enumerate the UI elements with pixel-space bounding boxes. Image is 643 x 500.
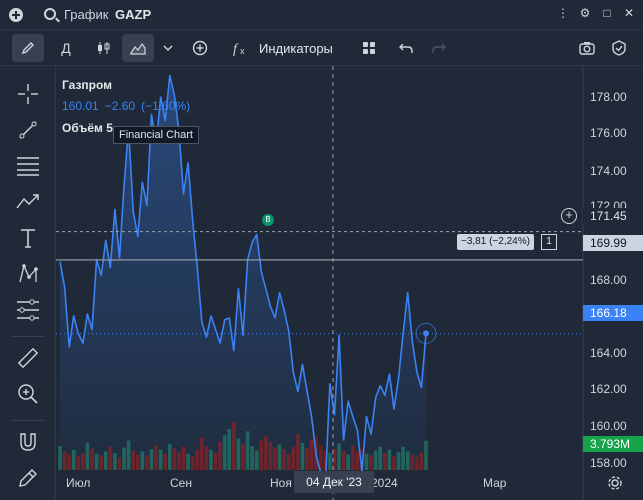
chart-settings-button[interactable] <box>607 475 623 496</box>
high-price-tag: 171.45 <box>583 208 643 224</box>
text-tool[interactable] <box>14 224 42 252</box>
candles-button[interactable] <box>90 34 118 62</box>
lock-drawing-tool[interactable] <box>14 464 42 492</box>
compare-button[interactable] <box>186 34 214 62</box>
crosshair-count: 1 <box>541 234 557 250</box>
settings-icon[interactable]: ⚙ <box>579 7 591 19</box>
area-chart-button[interactable] <box>122 34 154 62</box>
chevron-down-icon <box>163 45 173 51</box>
tool-separator <box>12 336 44 337</box>
maximize-icon[interactable]: □ <box>601 7 613 19</box>
redo-icon <box>432 43 446 53</box>
volume-tag: 3.793M <box>583 436 643 452</box>
magnet-icon <box>20 433 36 451</box>
zigzag-icon <box>16 194 39 209</box>
legend-values: 160.01 −2.60 (−1.60%) <box>62 99 190 113</box>
window-controls: ⋮ ⚙ □ ✕ <box>557 7 635 19</box>
buy-marker[interactable]: B <box>262 214 274 226</box>
price-axis-label: 158.00 <box>590 456 627 470</box>
price-axis-label: 178.00 <box>590 90 627 104</box>
shapes-tool[interactable] <box>14 260 42 288</box>
redo-button[interactable] <box>426 34 452 62</box>
top-toolbar: Д fx Индикаторы <box>0 30 643 66</box>
measure-tool[interactable] <box>14 344 42 372</box>
levels-icon <box>17 299 39 321</box>
fib-tool[interactable] <box>14 152 42 180</box>
chart-type-dropdown[interactable] <box>160 34 176 62</box>
pattern-tool[interactable] <box>14 188 42 216</box>
tool-separator <box>12 420 44 421</box>
trend-line-icon <box>19 121 37 139</box>
area-chart-icon <box>130 42 146 55</box>
crosshair-price-tag: 169.99 <box>583 235 643 251</box>
zoom-tool[interactable] <box>14 380 42 408</box>
undo-button[interactable] <box>393 34 419 62</box>
price-axis-label: 168.00 <box>590 273 627 287</box>
crosshair-delta: −3,81 (−2,24%) <box>457 234 534 250</box>
pencil-button[interactable] <box>12 34 44 62</box>
price-axis-label: 174.00 <box>590 164 627 178</box>
tooltip: Financial Chart <box>113 126 199 144</box>
pencil-icon <box>21 42 34 55</box>
gear-icon <box>608 476 622 490</box>
time-axis-label: Июл <box>66 476 91 490</box>
symbol-label[interactable]: GAZP <box>115 7 151 22</box>
horizontal-lines-icon <box>17 157 39 176</box>
function-icon: fx <box>233 42 245 56</box>
node-path-icon <box>19 264 38 283</box>
plus-circle-icon <box>192 40 208 56</box>
undo-icon <box>399 43 413 53</box>
more-icon[interactable]: ⋮ <box>557 7 569 19</box>
legend-price: 160.01 <box>62 99 99 113</box>
legend-symbol-name[interactable]: Газпром <box>62 78 190 92</box>
last-point-dot <box>423 330 429 337</box>
time-axis-label: Мар <box>483 476 507 490</box>
drawing-toolbar <box>0 66 56 500</box>
publish-button[interactable] <box>606 34 632 62</box>
time-axis-label: Ноя <box>270 476 292 490</box>
close-icon[interactable]: ✕ <box>623 7 635 19</box>
zoom-in-icon <box>18 384 38 404</box>
crosshair-icon <box>18 84 38 104</box>
price-axis-label: 164.00 <box>590 346 627 360</box>
price-axis-label: 162.00 <box>590 382 627 396</box>
add-alert-button[interactable]: + <box>561 208 577 224</box>
camera-icon <box>579 42 595 55</box>
legend-change: −2.60 <box>104 99 136 113</box>
crosshair-date: 04 Дек '23 <box>294 471 374 493</box>
time-axis-label: 2024 <box>371 476 398 490</box>
magnet-tool[interactable] <box>14 428 42 456</box>
titlebar: График GAZP ⋮ ⚙ □ ✕ <box>0 0 643 30</box>
price-axis-label: 160.00 <box>590 419 627 433</box>
screenshot-button[interactable] <box>574 34 600 62</box>
interval-button[interactable]: Д <box>52 34 80 62</box>
ruler-icon <box>17 347 39 369</box>
shield-check-icon <box>612 40 626 56</box>
candles-icon <box>98 42 110 54</box>
add-tab-icon[interactable] <box>9 8 23 22</box>
indicators-icon-button[interactable]: fx <box>228 34 254 62</box>
time-axis-label: Сен <box>170 476 192 490</box>
prediction-tool[interactable] <box>14 296 42 324</box>
chart-title: График <box>64 7 109 22</box>
trend-line-tool[interactable] <box>14 116 42 144</box>
layouts-button[interactable] <box>355 34 383 62</box>
indicators-button[interactable]: Индикаторы <box>259 41 333 56</box>
last-price-tag: 166.18 <box>583 305 643 321</box>
search-icon[interactable] <box>44 8 56 20</box>
crosshair-tool[interactable] <box>14 80 42 108</box>
price-axis-label: 176.00 <box>590 126 627 140</box>
legend-change-pct: (−1.60%) <box>141 99 191 113</box>
pencil-lock-icon <box>19 469 37 487</box>
svg-text:x: x <box>240 46 245 56</box>
svg-text:f: f <box>233 42 239 56</box>
text-icon <box>21 229 35 248</box>
grid-icon <box>363 42 375 54</box>
